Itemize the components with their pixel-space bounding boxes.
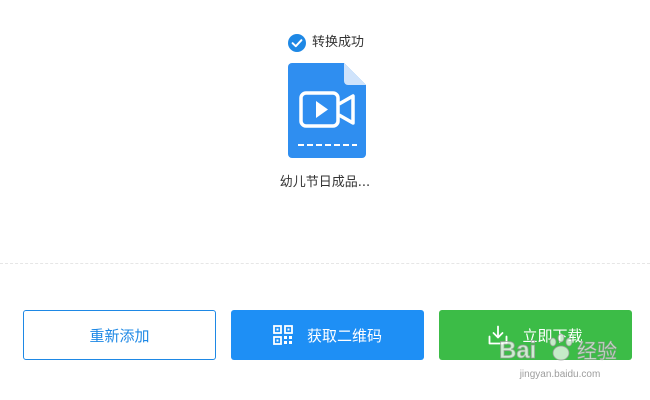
readd-button-label: 重新添加 xyxy=(89,326,150,345)
conversion-result-page: 转换成功 幼儿节日成品... 重新添加 获取二维码 立即下载 Bai 经验 ji… xyxy=(0,0,650,400)
readd-button[interactable]: 重新添加 xyxy=(23,310,216,360)
download-icon xyxy=(489,325,508,345)
download-now-button[interactable]: 立即下载 xyxy=(439,310,632,360)
file-name: 幼儿节日成品... xyxy=(279,175,371,190)
check-circle-icon xyxy=(288,34,306,52)
conversion-status: 转换成功 xyxy=(288,33,364,53)
video-file-icon xyxy=(288,63,366,158)
status-text: 转换成功 xyxy=(312,35,365,50)
watermark-url: jingyan.baidu.com xyxy=(519,369,601,380)
get-qrcode-button[interactable]: 获取二维码 xyxy=(231,310,424,360)
qrcode-button-label: 获取二维码 xyxy=(306,326,382,345)
download-button-label: 立即下载 xyxy=(522,326,583,345)
section-divider xyxy=(0,263,650,264)
qrcode-icon xyxy=(273,325,293,345)
